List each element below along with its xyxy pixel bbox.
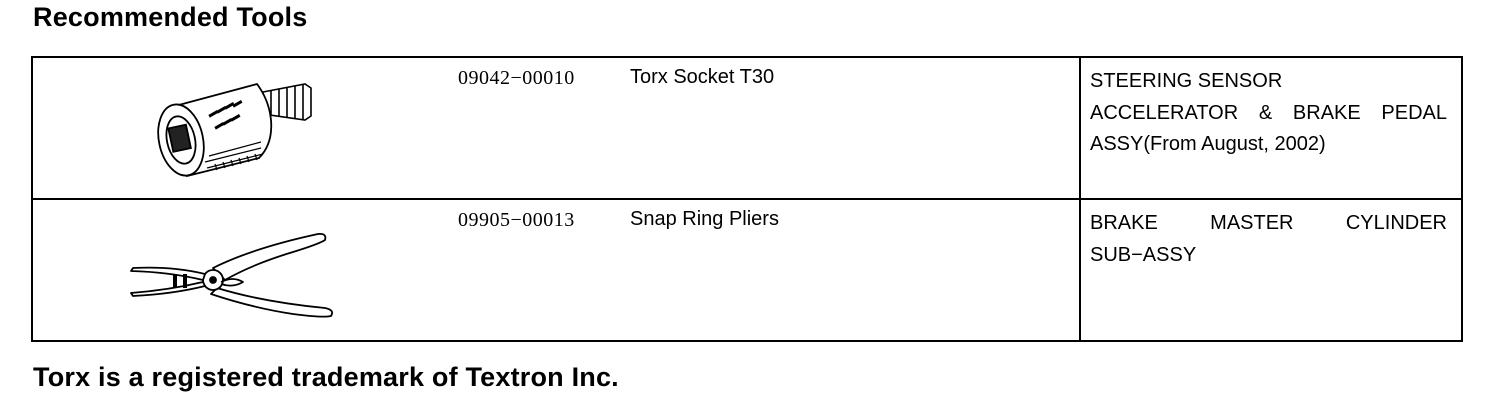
trademark-footnote: Torx is a registered trademark of Textro… [33, 362, 619, 392]
snap-ring-pliers-illustration [113, 228, 353, 323]
tool-name: Snap Ring Pliers [630, 208, 779, 230]
table-row: 09042−00010 Torx Socket T30 STEERING SEN… [33, 58, 1461, 200]
usage-line: ACCELERATOR & BRAKE PEDAL [1090, 101, 1447, 124]
part-number: 09905−00013 [458, 209, 575, 231]
usage-line: BRAKE MASTER CYLINDER [1090, 212, 1447, 234]
section-heading: Recommended Tools [33, 2, 308, 32]
tool-name: Torx Socket T30 [630, 66, 775, 88]
torx-socket-illustration [145, 70, 325, 185]
usage-line: ASSY(From August, 2002) [1090, 133, 1326, 155]
table-row: 09905−00013 Snap Ring Pliers BRAKE MASTE… [33, 200, 1461, 340]
column-divider [1079, 200, 1081, 340]
usage-line: STEERING SENSOR [1090, 70, 1283, 92]
recommended-tools-table: 09042−00010 Torx Socket T30 STEERING SEN… [31, 56, 1463, 342]
tool-usage: STEERING SENSOR ACCELERATOR & BRAKE PEDA… [1090, 66, 1447, 161]
column-divider [1079, 58, 1081, 198]
part-number: 09042−00010 [458, 67, 575, 89]
tool-usage: BRAKE MASTER CYLINDER SUB−ASSY [1090, 208, 1447, 271]
usage-line: SUB−ASSY [1090, 243, 1197, 266]
